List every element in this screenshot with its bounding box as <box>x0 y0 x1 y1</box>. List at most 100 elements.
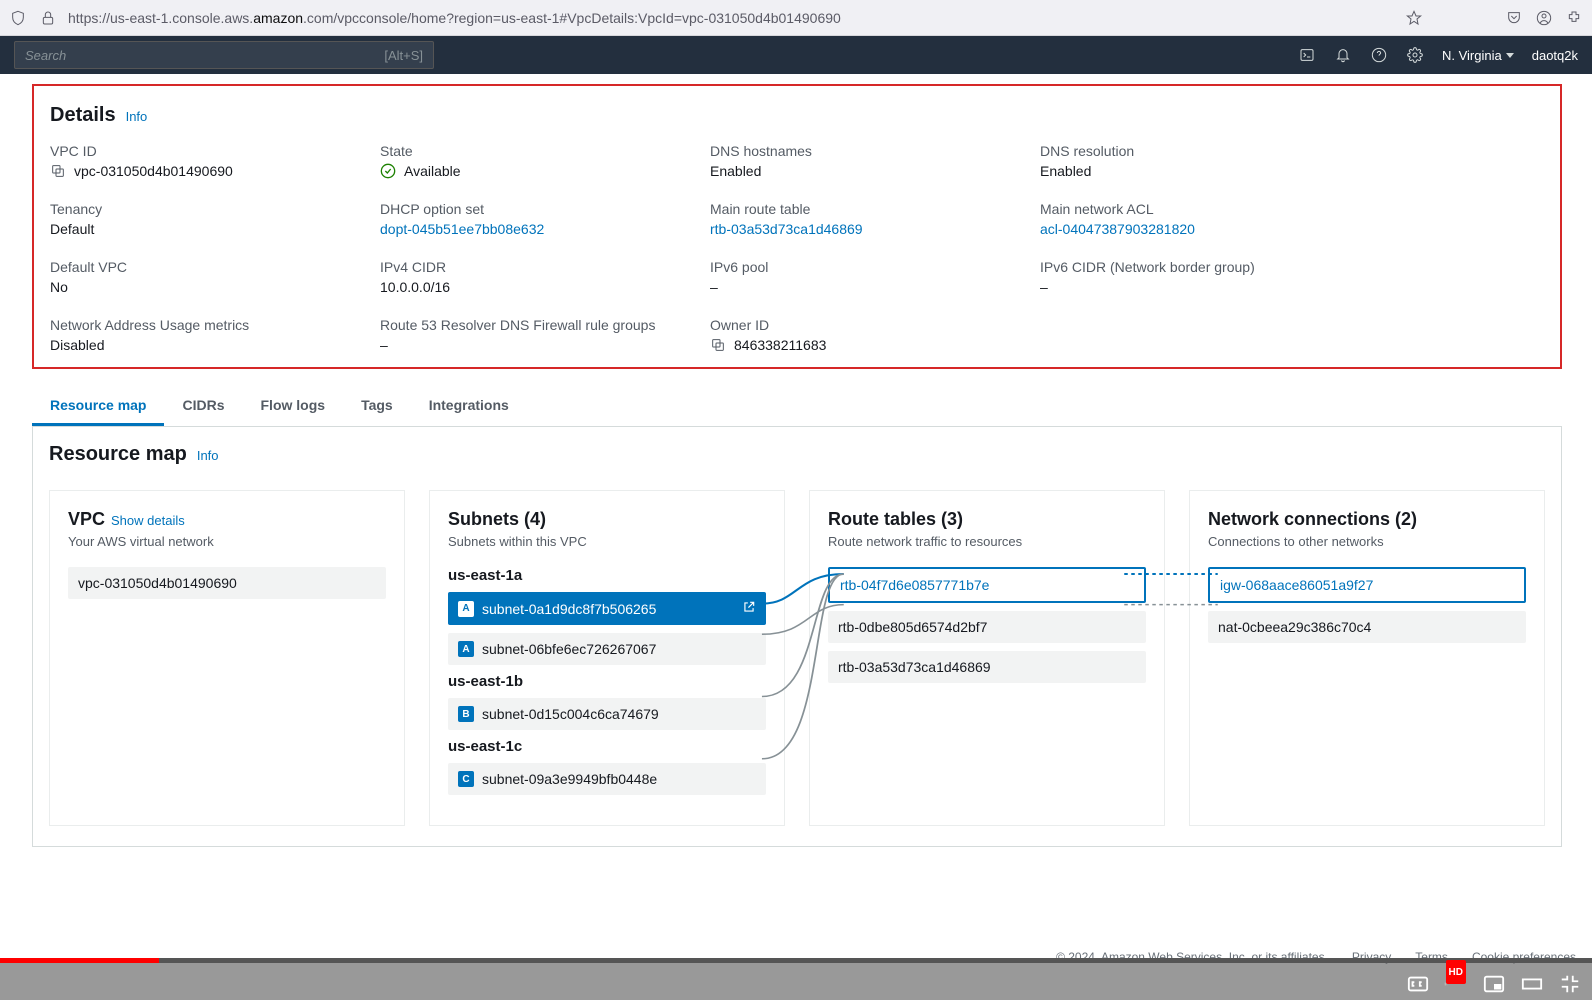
r53-label: Route 53 Resolver DNS Firewall rule grou… <box>380 317 710 333</box>
pocket-icon[interactable] <box>1504 8 1524 28</box>
details-title: Details <box>50 104 116 127</box>
az-letter-icon: C <box>458 771 474 787</box>
az-heading: us-east-1a <box>448 567 766 584</box>
route-tables-column: Route tables (3) Route network traffic t… <box>809 490 1165 826</box>
gear-icon[interactable] <box>1406 46 1424 64</box>
bell-icon[interactable] <box>1334 46 1352 64</box>
extensions-icon[interactable] <box>1564 8 1584 28</box>
dns-hostnames-value: Enabled <box>710 163 1040 179</box>
lock-icon <box>38 8 58 28</box>
az-heading: us-east-1b <box>448 673 766 690</box>
nau-label: Network Address Usage metrics <box>50 317 380 333</box>
tab-integrations[interactable]: Integrations <box>411 387 527 426</box>
external-link-icon[interactable] <box>742 600 756 617</box>
search-placeholder: Search <box>25 48 66 63</box>
rtb-chip-outlined[interactable]: rtb-04f7d6e0857771b7e <box>828 567 1146 603</box>
vpc-column: VPC Show details Your AWS virtual network… <box>49 490 405 826</box>
ipv6-cidr-value: – <box>1040 279 1544 295</box>
user-menu[interactable]: daotq2k <box>1532 48 1578 63</box>
dns-resolution-value: Enabled <box>1040 163 1544 179</box>
region-selector[interactable]: N. Virginia <box>1442 48 1514 63</box>
nat-chip[interactable]: nat-0cbeea29c386c70c4 <box>1208 611 1526 643</box>
captions-icon[interactable] <box>1406 972 1430 996</box>
cloudshell-icon[interactable] <box>1298 46 1316 64</box>
fullscreen-exit-icon[interactable] <box>1558 972 1582 996</box>
copy-icon[interactable] <box>50 163 66 179</box>
network-connections-column: Network connections (2) Connections to o… <box>1189 490 1545 826</box>
az-heading: us-east-1c <box>448 738 766 755</box>
ipv6-pool-value: – <box>710 279 1040 295</box>
subnet-chip[interactable]: B subnet-0d15c004c6ca74679 <box>448 698 766 730</box>
vpc-col-title: VPC <box>68 509 105 529</box>
ipv4-cidr-value: 10.0.0.0/16 <box>380 279 710 295</box>
ipv6-pool-label: IPv6 pool <box>710 259 1040 275</box>
settings-icon[interactable]: HD <box>1444 972 1468 996</box>
state-label: State <box>380 143 710 159</box>
theater-icon[interactable] <box>1520 972 1544 996</box>
r53-value: – <box>380 337 710 353</box>
az-letter-icon: A <box>458 641 474 657</box>
tab-cidrs[interactable]: CIDRs <box>164 387 242 426</box>
vpc-col-sub: Your AWS virtual network <box>68 534 386 549</box>
resource-map-panel: Resource map Info VPCShow deta <box>32 427 1562 847</box>
nau-value: Disabled <box>50 337 380 353</box>
resource-map-info-link[interactable]: Info <box>197 448 219 463</box>
main-route-link[interactable]: rtb-03a53d73ca1d46869 <box>710 221 863 237</box>
rtb-chip[interactable]: rtb-0dbe805d6574d2bf7 <box>828 611 1146 643</box>
account-icon[interactable] <box>1534 8 1554 28</box>
details-panel: Details Info VPC ID vpc-031050d4b0149069… <box>32 84 1562 369</box>
search-input[interactable]: Search [Alt+S] <box>14 41 434 69</box>
tab-flow-logs[interactable]: Flow logs <box>243 387 344 426</box>
owner-value: 846338211683 <box>734 337 826 353</box>
dns-resolution-label: DNS resolution <box>1040 143 1544 159</box>
igw-chip-outlined[interactable]: igw-068aace86051a9f27 <box>1208 567 1526 603</box>
browser-chrome: https://us-east-1.console.aws.amazon.com… <box>0 0 1592 36</box>
main-acl-link[interactable]: acl-04047387903281820 <box>1040 221 1195 237</box>
dhcp-link[interactable]: dopt-045b51ee7bb08e632 <box>380 221 544 237</box>
details-info-link[interactable]: Info <box>126 109 148 124</box>
subnets-title: Subnets (4) <box>448 509 766 530</box>
tab-tags[interactable]: Tags <box>343 387 411 426</box>
default-vpc-label: Default VPC <box>50 259 380 275</box>
video-progress-bar[interactable]: HD <box>0 958 1592 1000</box>
dhcp-label: DHCP option set <box>380 201 710 217</box>
rtb-chip[interactable]: rtb-03a53d73ca1d46869 <box>828 651 1146 683</box>
star-icon[interactable] <box>1404 8 1424 28</box>
main-route-label: Main route table <box>710 201 1040 217</box>
resource-map-title: Resource map <box>49 443 187 466</box>
subnet-chip[interactable]: A subnet-06bfe6ec726267067 <box>448 633 766 665</box>
aws-top-nav: Search [Alt+S] N. Virginia daotq2k <box>0 36 1592 74</box>
ipv4-cidr-label: IPv4 CIDR <box>380 259 710 275</box>
tenancy-label: Tenancy <box>50 201 380 217</box>
subnets-sub: Subnets within this VPC <box>448 534 766 549</box>
url-bar[interactable]: https://us-east-1.console.aws.amazon.com… <box>68 10 1394 26</box>
tab-resource-map[interactable]: Resource map <box>32 387 164 426</box>
check-circle-icon <box>380 163 396 179</box>
search-hint: [Alt+S] <box>384 48 423 63</box>
subnet-chip[interactable]: C subnet-09a3e9949bfb0448e <box>448 763 766 795</box>
miniplayer-icon[interactable] <box>1482 972 1506 996</box>
subnets-column: Subnets (4) Subnets within this VPC us-e… <box>429 490 785 826</box>
copy-icon[interactable] <box>710 337 726 353</box>
vpc-id-value: vpc-031050d4b01490690 <box>74 163 233 179</box>
vpc-chip[interactable]: vpc-031050d4b01490690 <box>68 567 386 599</box>
ipv6-cidr-label: IPv6 CIDR (Network border group) <box>1040 259 1544 275</box>
nc-sub: Connections to other networks <box>1208 534 1526 549</box>
rtb-title: Route tables (3) <box>828 509 1146 530</box>
help-icon[interactable] <box>1370 46 1388 64</box>
tabs: Resource map CIDRs Flow logs Tags Integr… <box>32 387 1562 427</box>
vpc-id-label: VPC ID <box>50 143 380 159</box>
rtb-sub: Route network traffic to resources <box>828 534 1146 549</box>
main-acl-label: Main network ACL <box>1040 201 1544 217</box>
subnet-chip-selected[interactable]: A subnet-0a1d9dc8f7b506265 <box>448 592 766 625</box>
dns-hostnames-label: DNS hostnames <box>710 143 1040 159</box>
state-value: Available <box>404 163 461 179</box>
caret-down-icon <box>1506 53 1514 58</box>
tenancy-value: Default <box>50 221 380 237</box>
show-details-link[interactable]: Show details <box>111 513 185 528</box>
az-letter-icon: B <box>458 706 474 722</box>
owner-label: Owner ID <box>710 317 1040 333</box>
az-letter-icon: A <box>458 601 474 617</box>
shield-icon <box>8 8 28 28</box>
default-vpc-value: No <box>50 279 380 295</box>
